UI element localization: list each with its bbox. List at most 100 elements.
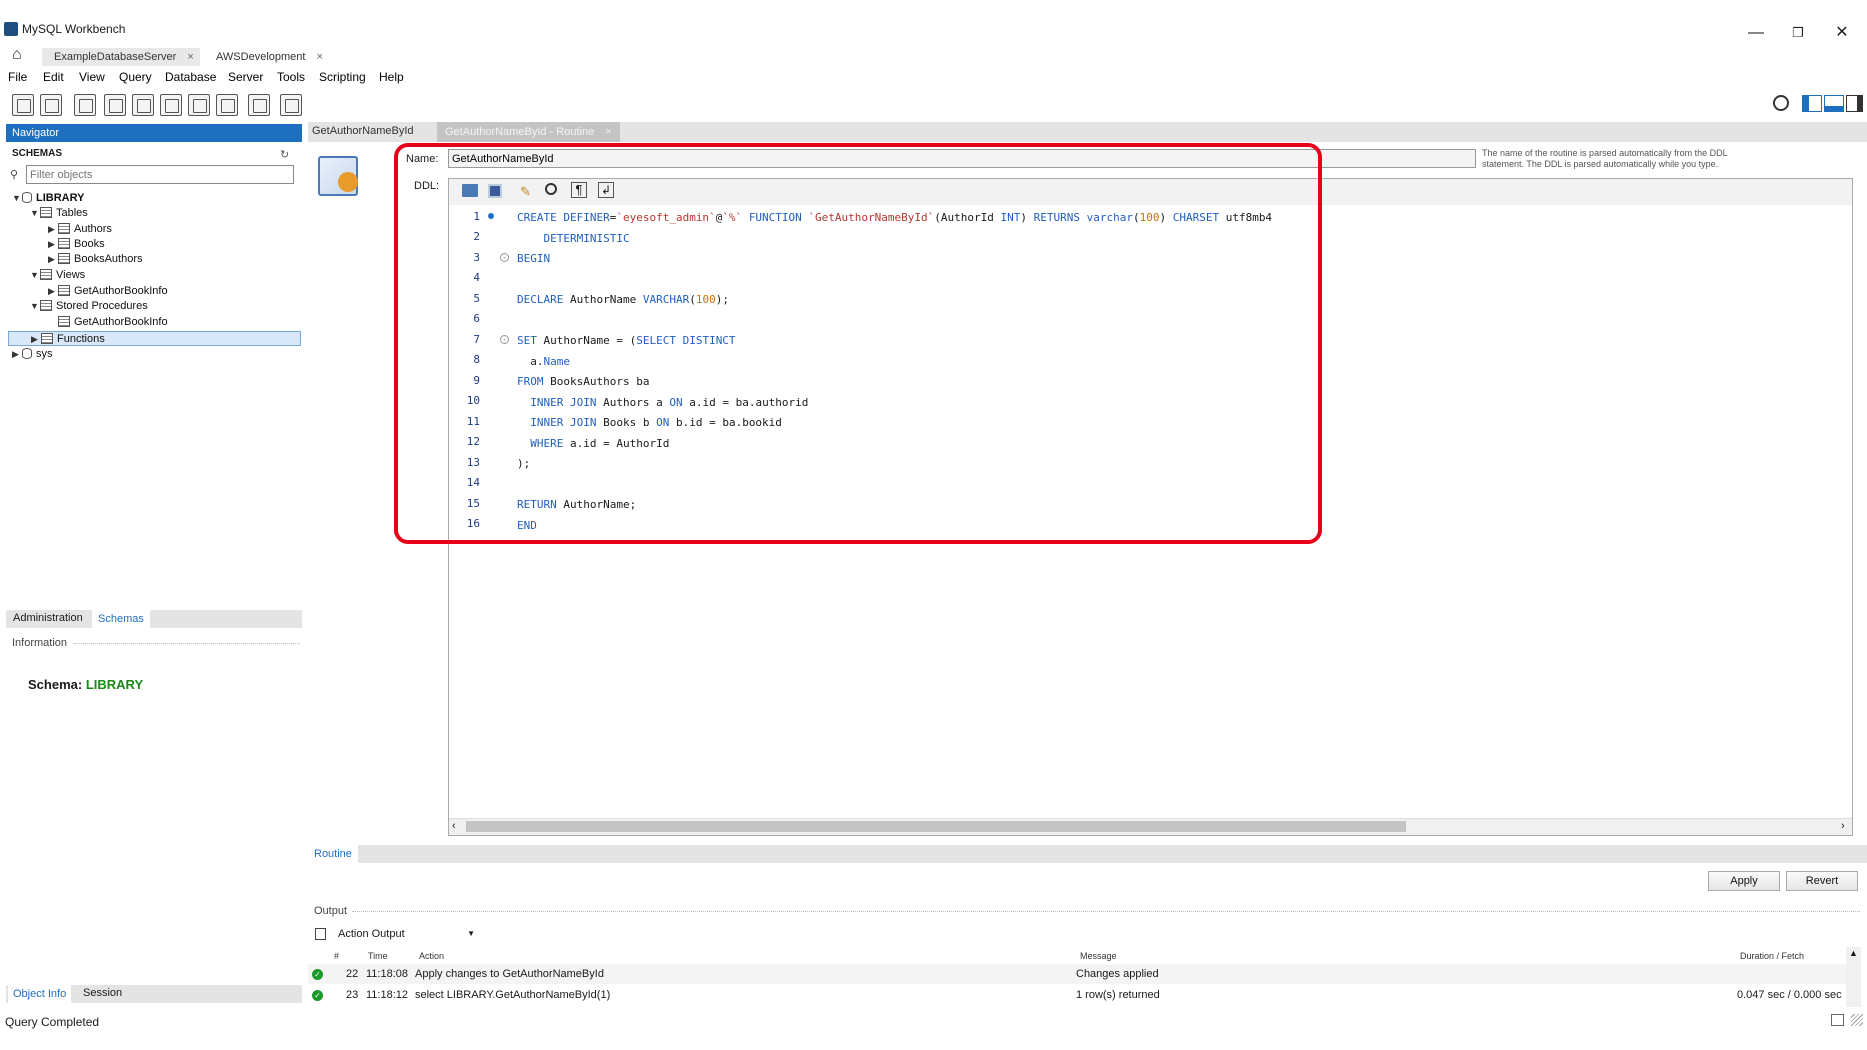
view-icon [58,285,70,296]
table-icon [58,223,70,234]
menu-file[interactable]: File [8,70,27,84]
settings-icon[interactable] [1773,95,1789,111]
scroll-up-icon[interactable]: ▲ [1849,948,1858,958]
scroll-right-icon[interactable]: › [1841,820,1845,832]
menu-server[interactable]: Server [228,70,263,84]
action-output-dropdown[interactable]: Action Output ▼ [334,925,479,943]
close-tab-icon[interactable]: × [317,51,323,63]
expand-icon[interactable]: ▶ [12,347,22,362]
menu-tools[interactable]: Tools [277,70,305,84]
open-sql-script-icon[interactable] [40,94,62,116]
close-window-button[interactable]: ✕ [1822,20,1862,46]
tree-view-item[interactable]: ▶ GetAuthorBookInfo [48,284,168,299]
tree-tables[interactable]: ▼ Tables [30,206,88,221]
table-icon [58,253,70,264]
tree-functions[interactable]: ▶ Functions [8,331,301,346]
create-view-icon[interactable] [160,94,182,116]
col-time: Time [368,951,388,961]
revert-button[interactable]: Revert [1786,871,1858,891]
table-row[interactable]: ✓ 22 11:18:08 Apply changes to GetAuthor… [308,964,1861,984]
tree-table-item[interactable]: ▶ BooksAuthors [48,252,142,267]
search-table-data-icon[interactable] [248,94,270,116]
minimize-button[interactable]: — [1736,20,1776,46]
expand-icon[interactable]: ▶ [48,252,58,267]
inspector-icon[interactable] [74,94,96,116]
tree-procedures[interactable]: ▼ Stored Procedures [30,299,148,314]
routine-icon [318,156,358,196]
folder-icon [41,333,53,344]
resize-grip-icon[interactable] [1851,1014,1863,1026]
output-header: # Time Action Message Duration / Fetch [308,947,1861,965]
tab-routine[interactable]: Routine [308,845,358,863]
menu-query[interactable]: Query [119,70,152,84]
folder-icon [40,207,52,218]
menu-view[interactable]: View [79,70,105,84]
tree-table-item[interactable]: ▶ Books [48,237,105,252]
tree-table-item[interactable]: ▶ Authors [48,222,112,237]
information-label: Information [12,637,68,649]
collapse-icon[interactable]: ▼ [30,268,40,283]
editor-tab-active[interactable]: GetAuthorNameById - Routine × [437,122,620,142]
editor-tab[interactable]: GetAuthorNameById [312,125,414,137]
close-tab-icon[interactable]: × [605,126,611,138]
scroll-left-icon[interactable]: ‹ [452,820,456,832]
toggle-sidebar-icon[interactable] [1802,95,1822,112]
menu-help[interactable]: Help [379,70,404,84]
status-bar [0,1010,1867,1034]
status-panel-icon[interactable] [1831,1014,1844,1026]
success-icon: ✓ [312,969,323,980]
divider [352,911,1860,912]
menu-edit[interactable]: Edit [43,70,64,84]
new-sql-tab-icon[interactable] [12,94,34,116]
app-logo-icon [4,22,18,36]
expand-icon[interactable]: ▶ [48,222,58,237]
apply-button[interactable]: Apply [1708,871,1780,891]
collapse-icon[interactable]: ▼ [12,191,22,206]
schema-name: LIBRARY [85,677,144,692]
scrollbar-thumb[interactable] [466,821,1406,832]
name-hint: The name of the routine is parsed automa… [1482,148,1728,169]
filter-objects-input[interactable] [26,165,294,184]
folder-icon [40,269,52,280]
tab-session[interactable]: Session [83,987,122,999]
create-function-icon[interactable] [216,94,238,116]
toggle-secondary-sidebar-icon[interactable] [1846,95,1863,112]
col-num: # [334,951,340,961]
close-tab-icon[interactable]: × [187,51,193,63]
output-scrollbar[interactable]: ▲ [1846,947,1861,1007]
tree-views[interactable]: ▼ Views [30,268,85,283]
expand-icon[interactable]: ▶ [48,237,58,252]
menu-database[interactable]: Database [165,70,216,84]
reconnect-icon[interactable] [280,94,302,116]
schema-sys[interactable]: ▶ sys [12,347,53,362]
refresh-schemas-icon[interactable]: ↻ [280,148,289,161]
tab-schemas[interactable]: Schemas [92,610,150,628]
success-icon: ✓ [312,990,323,1001]
divider [74,643,300,644]
expand-icon[interactable]: ▶ [31,332,41,347]
tab-administration[interactable]: Administration [13,612,83,624]
status-text: Query Completed [5,1015,100,1029]
home-icon[interactable]: ⌂ [12,46,22,64]
connection-tab[interactable]: ExampleDatabaseServer × [42,48,200,66]
restore-button[interactable]: ❐ [1778,20,1818,46]
database-icon [22,348,32,359]
schemas-label: SCHEMAS [12,148,63,159]
tab-object-info[interactable]: Object Info [8,985,72,1003]
copy-output-icon[interactable] [315,928,326,940]
routine-tab-bar [308,845,1867,863]
menu-scripting[interactable]: Scripting [319,70,366,84]
filter-search-icon: ⚲ [10,169,19,181]
tree-procedure-item[interactable]: GetAuthorBookInfo [58,315,168,330]
create-procedure-icon[interactable] [188,94,210,116]
table-row[interactable]: ✓ 23 11:18:12 select LIBRARY.GetAuthorNa… [308,985,1861,1005]
create-table-icon[interactable] [132,94,154,116]
toggle-output-icon[interactable] [1824,95,1844,112]
schema-library[interactable]: ▼ LIBRARY [12,191,84,206]
connection-tab[interactable]: AWSDevelopment × [208,48,334,66]
collapse-icon[interactable]: ▼ [30,299,40,314]
chevron-down-icon: ▼ [467,929,475,938]
expand-icon[interactable]: ▶ [48,284,58,299]
create-schema-icon[interactable] [104,94,126,116]
collapse-icon[interactable]: ▼ [30,206,40,221]
